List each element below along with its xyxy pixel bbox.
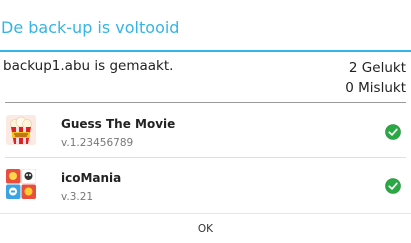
summary-divider [5,102,406,103]
success-check-icon [385,178,401,194]
app-version: v.1.23456789 [61,137,134,149]
failed-count: 0 Mislukt [345,80,406,96]
app-list-item: Guess The Movie v.1.23456789 [0,104,411,158]
backup-complete-dialog: De back-up is voltooid backup1.abu is ge… [0,0,411,243]
app-name: icoMania [61,171,122,185]
title-divider [0,50,411,52]
dialog-title: De back-up is voltooid [1,18,180,37]
dialog-title-bar: De back-up is voltooid [0,0,411,58]
success-check-icon [385,124,401,140]
success-count: 2 Gelukt [348,60,406,76]
app-name: Guess The Movie [61,117,176,131]
backup-summary-message: backup1.abu is gemaakt. [3,58,174,74]
icomania-icon [6,169,36,199]
app-version: v.3.21 [61,191,94,203]
guess-the-movie-icon [6,115,36,145]
dialog-button-bar: OK [0,213,411,243]
app-list-item: icoMania v.3.21 [0,158,411,212]
ok-button[interactable]: OK [0,214,411,243]
backup-summary-counts: 2 Gelukt 0 Mislukt [345,58,406,98]
